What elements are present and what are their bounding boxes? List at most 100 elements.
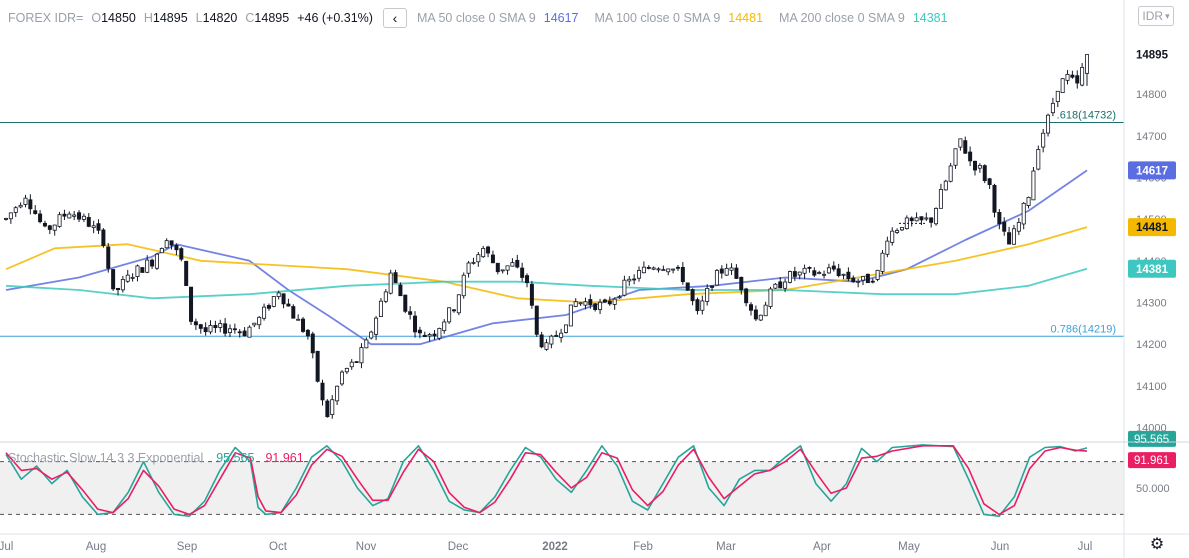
candle-up — [296, 318, 301, 321]
change-value: +46 (+0.31%) — [297, 11, 373, 25]
candle-up — [895, 230, 900, 233]
candle-up — [359, 347, 364, 364]
candle-down — [753, 309, 758, 320]
candle-up — [637, 270, 642, 279]
candle-up — [705, 288, 710, 302]
price-label-ma50: 14617 — [1136, 165, 1168, 177]
candle-down — [305, 329, 310, 337]
chart-canvas[interactable]: .618(14732) 0.786(14219) 50.000 95.565 91.9… — [0, 0, 1189, 558]
candle-up — [471, 261, 476, 264]
candle-down — [812, 270, 817, 276]
candle-down — [632, 278, 637, 281]
price-label-ma200: 14381 — [1136, 264, 1169, 276]
candle-up — [544, 342, 549, 350]
ma-line — [5, 267, 1088, 300]
candle-up — [276, 292, 281, 297]
candle-down — [749, 304, 754, 311]
open-value: 14850 — [101, 11, 136, 25]
candle-up — [67, 213, 72, 219]
candle-down — [291, 306, 296, 319]
candle-up — [802, 267, 807, 274]
x-tick-label: Dec — [448, 541, 469, 553]
candle-down — [237, 331, 242, 334]
candle-up — [627, 278, 632, 282]
fib-levels: .618(14732) 0.786(14219) — [0, 110, 1124, 337]
stochastic-value-label: 95.565 — [1134, 434, 1169, 446]
ma200-value: 14381 — [912, 11, 948, 25]
candle-down — [739, 276, 744, 291]
candle-down — [408, 311, 413, 315]
candle-down — [675, 266, 680, 269]
chevron-down-icon: ▾ — [1165, 10, 1170, 21]
x-tick-label: Sep — [177, 541, 197, 553]
candle-down — [495, 262, 500, 273]
candle-down — [919, 216, 924, 221]
stochastic-label[interactable]: Stochastic Slow 14 3 3 Exponential — [8, 451, 203, 465]
fib-level-label: .618(14732) — [1057, 110, 1116, 122]
candle-down — [140, 267, 145, 273]
candle-down — [320, 382, 325, 401]
candle-up — [159, 248, 164, 254]
y-tick-label: 14800 — [1136, 89, 1167, 101]
candle-down — [836, 268, 841, 277]
candle-down — [28, 199, 33, 210]
moving-averages — [5, 169, 1088, 346]
candle-up — [914, 217, 919, 222]
candle-up — [841, 273, 846, 276]
candle-down — [534, 305, 539, 335]
candle-down — [685, 282, 690, 291]
collapse-legend-button[interactable]: ‹ — [382, 8, 407, 28]
candle-up — [257, 316, 262, 326]
candle-down — [1070, 74, 1075, 78]
candle-down — [515, 259, 520, 268]
candle-up — [1011, 228, 1016, 245]
candle-down — [47, 225, 52, 230]
candle-up — [52, 224, 57, 231]
close-label: C — [245, 11, 255, 25]
ma-line — [5, 169, 1088, 346]
candle-up — [330, 399, 335, 416]
currency-button[interactable]: IDR ▾ — [1138, 6, 1174, 26]
currency-label: IDR — [1142, 9, 1164, 23]
candle-up — [1065, 73, 1070, 81]
candle-down — [929, 217, 934, 223]
candle-down — [486, 246, 491, 254]
candle-up — [388, 272, 393, 294]
candle-up — [218, 323, 223, 328]
x-tick-label: Jul — [1078, 541, 1093, 553]
candle-down — [184, 260, 189, 286]
low-value: 14820 — [202, 11, 238, 25]
candle-down — [86, 217, 91, 227]
candle-up — [948, 165, 953, 182]
candle-down — [719, 268, 724, 274]
candle-up — [622, 279, 627, 296]
x-tick-label: Jul — [0, 541, 13, 553]
x-tick-label: Oct — [269, 541, 288, 553]
candle-down — [101, 229, 106, 246]
ma200-label[interactable]: MA 200 close 0 SMA 9 — [779, 11, 905, 25]
y-tick-label: 14700 — [1136, 131, 1167, 143]
candle-down — [525, 275, 530, 284]
candle-down — [96, 223, 101, 231]
candle-down — [807, 267, 812, 269]
stochastic-pane: 50.000 95.565 91.961 — [0, 430, 1176, 518]
candle-up — [447, 307, 452, 323]
gear-icon[interactable]: ⚙ — [1148, 536, 1166, 554]
ma50-label[interactable]: MA 50 close 0 SMA 9 — [417, 11, 536, 25]
candle-down — [432, 333, 437, 337]
candle-down — [42, 222, 47, 227]
candle-down — [354, 361, 359, 364]
open-label: O — [91, 11, 102, 25]
ma100-label[interactable]: MA 100 close 0 SMA 9 — [595, 11, 721, 25]
candle-up — [768, 288, 773, 307]
candle-up — [666, 268, 671, 273]
candle-up — [1055, 90, 1060, 103]
stochastic-legend: Stochastic Slow 14 3 3 Exponential 95.56… — [8, 451, 304, 465]
candle-up — [783, 281, 788, 289]
candle-up — [958, 138, 963, 148]
candle-up — [227, 328, 232, 333]
candle-up — [8, 212, 13, 220]
candle-down — [520, 267, 525, 278]
candle-down — [242, 330, 247, 337]
candle-down — [865, 273, 870, 284]
